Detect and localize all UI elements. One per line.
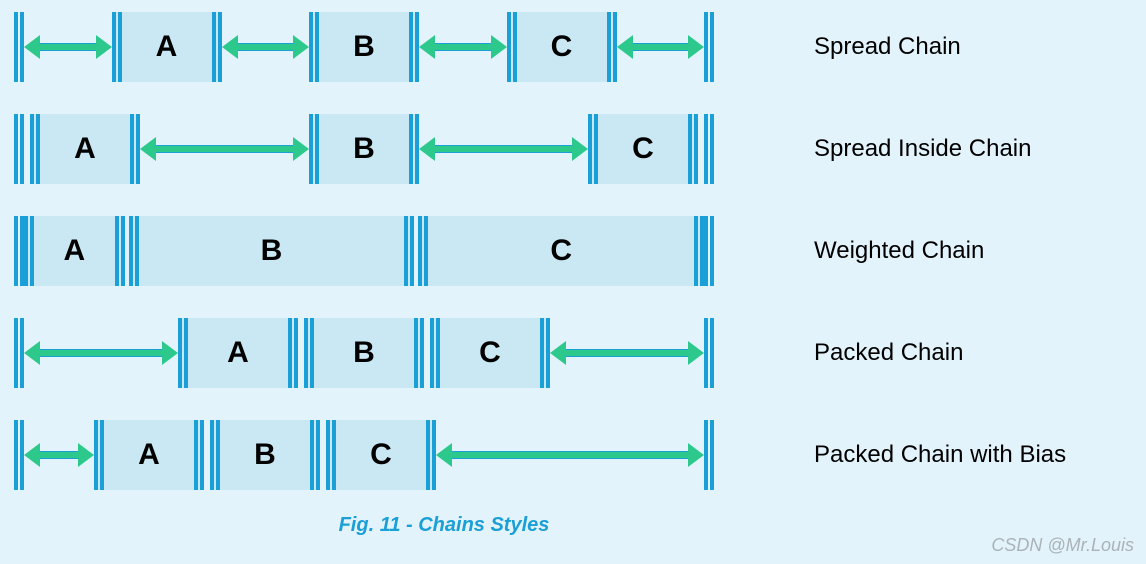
spacer-arrow-icon [222, 12, 310, 82]
chain-row-packed-bias: A B C Packed Chain with Bias [14, 420, 1146, 490]
chain-row-spread: A B C Spread Chain [14, 12, 1146, 82]
chain-box: B [309, 12, 419, 82]
chain-diagram: A B C [14, 12, 714, 82]
box-label: C [550, 234, 572, 268]
endpoint-icon [14, 318, 24, 388]
chain-box: A [24, 216, 125, 286]
chain-row-weighted: A B C Weighted Chain [14, 216, 1146, 286]
endpoint-icon [14, 114, 24, 184]
box-label: A [74, 132, 96, 166]
box-label: A [63, 234, 85, 268]
box-label: A [138, 438, 160, 472]
chain-diagram: A B C [14, 420, 714, 490]
chain-style-label: Weighted Chain [814, 237, 984, 265]
endpoint-icon [704, 216, 714, 286]
spacer-arrow-icon [140, 114, 309, 184]
endpoint-icon [704, 318, 714, 388]
chain-style-label: Packed Chain [814, 339, 963, 367]
box-label: C [551, 30, 573, 64]
box-label: B [261, 234, 283, 268]
chain-box: A [30, 114, 140, 184]
chain-row-spread-inside: A B C Spread Inside Chain [14, 114, 1146, 184]
chain-row-packed: A B C Packed Chain [14, 318, 1146, 388]
endpoint-icon [704, 12, 714, 82]
chain-box: B [309, 114, 419, 184]
box-label: B [353, 336, 375, 370]
chain-diagram: A B C [14, 114, 714, 184]
endpoint-icon [14, 216, 24, 286]
box-label: C [632, 132, 654, 166]
spacer-arrow-icon [550, 318, 704, 388]
box-label: A [227, 336, 249, 370]
spacer-arrow-icon [436, 420, 704, 490]
watermark-text: CSDN @Mr.Louis [991, 535, 1134, 556]
chain-style-label: Packed Chain with Bias [814, 441, 1066, 469]
spacer-arrow-icon [24, 420, 94, 490]
chain-box: C [588, 114, 698, 184]
chain-box: A [178, 318, 298, 388]
spacer-arrow-icon [24, 318, 178, 388]
endpoint-icon [704, 420, 714, 490]
endpoint-icon [14, 420, 24, 490]
box-label: A [156, 30, 178, 64]
chain-box: B [304, 318, 424, 388]
endpoint-icon [14, 12, 24, 82]
chain-box: A [94, 420, 204, 490]
endpoint-icon [704, 114, 714, 184]
box-label: B [254, 438, 276, 472]
spacer-arrow-icon [419, 12, 507, 82]
box-label: B [353, 30, 375, 64]
spacer-arrow-icon [24, 12, 112, 82]
spacer-arrow-icon [419, 114, 588, 184]
box-label: C [370, 438, 392, 472]
chain-style-label: Spread Chain [814, 33, 961, 61]
chain-style-label: Spread Inside Chain [814, 135, 1031, 163]
box-label: B [353, 132, 375, 166]
chain-box: C [326, 420, 436, 490]
chain-diagram: A B C [14, 318, 714, 388]
figure-caption: Fig. 11 - Chains Styles [14, 514, 874, 537]
box-label: C [479, 336, 501, 370]
chain-box: C [507, 12, 617, 82]
chain-box: A [112, 12, 222, 82]
chain-diagram: A B C [14, 216, 714, 286]
spacer-arrow-icon [617, 12, 705, 82]
chain-box: C [430, 318, 550, 388]
chain-box: B [129, 216, 415, 286]
chain-box: B [210, 420, 320, 490]
chain-box: C [418, 216, 704, 286]
